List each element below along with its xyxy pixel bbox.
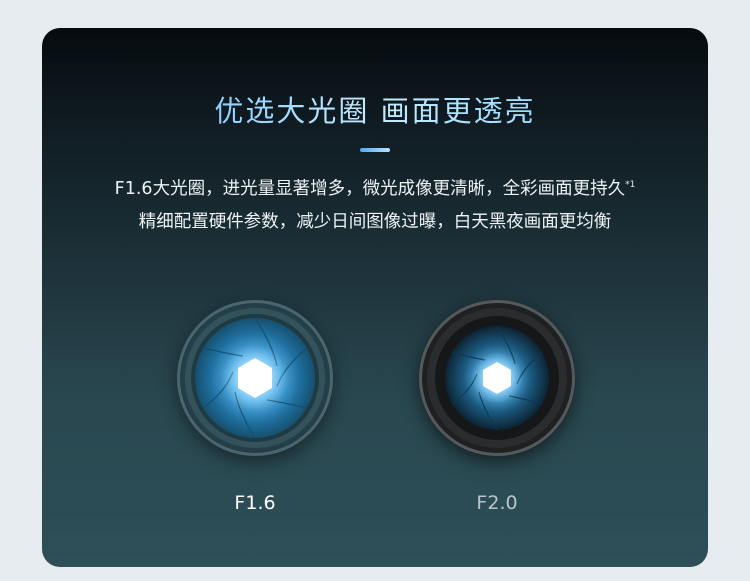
headline: 优选大光圈 画面更透亮: [42, 88, 708, 130]
feature-card: 优选大光圈 画面更透亮 F1.6大光圈，进光量显著增多，微光成像更清晰，全彩画面…: [42, 28, 708, 567]
aperture-icon: [185, 308, 325, 448]
lens-label-f16: F1.6: [234, 492, 276, 514]
aperture-icon: [427, 308, 567, 448]
lens-f16: [177, 300, 333, 456]
footnote-marker: *1: [625, 180, 636, 191]
description-line-2: 精细配置硬件参数，减少日间图像过曝，白天黑夜画面更均衡: [138, 212, 612, 232]
lens-f20: [419, 300, 575, 456]
description-line-1: F1.6大光圈，进光量显著增多，微光成像更清晰，全彩画面更持久*1: [42, 175, 708, 200]
lens-label-f20: F2.0: [476, 492, 518, 514]
accent-bar: [360, 148, 390, 152]
description-text-1: F1.6大光圈，进光量显著增多，微光成像更清晰，全彩画面更持久: [114, 179, 626, 199]
